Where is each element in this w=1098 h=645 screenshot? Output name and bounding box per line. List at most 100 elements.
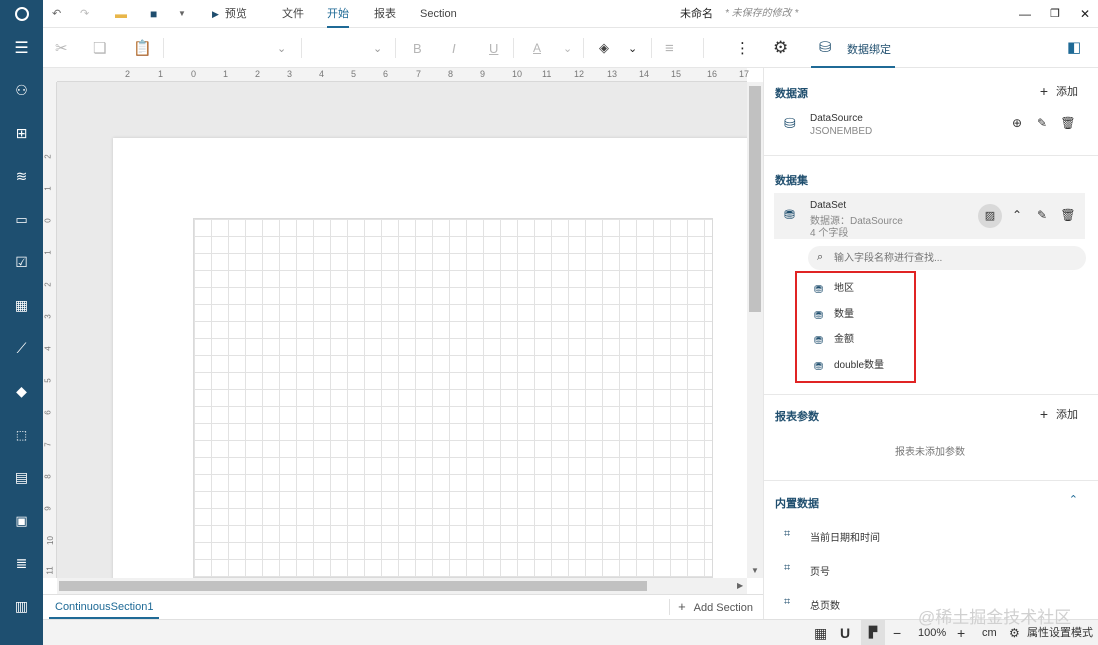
database-icon: ⛁ [819, 39, 832, 56]
dataset-query-icon[interactable]: ▨ [978, 204, 1002, 228]
dataset-heading: 数据集 [775, 175, 808, 187]
dataset-field-count: 4 个字段 [810, 228, 849, 239]
builtin-item[interactable]: 总页数 [810, 597, 840, 612]
params-heading: 报表参数 [775, 411, 819, 423]
delete-dataset-icon[interactable]: 🗑 [1060, 208, 1076, 222]
undo-icon[interactable]: ↶ [52, 0, 61, 28]
delete-datasource-icon[interactable]: 🗑 [1060, 116, 1076, 130]
menu-section[interactable]: Section [420, 0, 457, 28]
field-search-input[interactable] [834, 246, 1074, 270]
more-options-icon[interactable]: ⋮ [735, 36, 750, 60]
menu-home[interactable]: 开始 [327, 0, 349, 28]
dataset-name: DataSet [810, 200, 847, 211]
add-section-button[interactable]: + Add Section [678, 595, 753, 619]
format-toolbar: ✂ ❏ 📋 ⌄ ⌄ B I U A ⌄ ◈ ⌄ ≡ ⋮ [43, 28, 763, 68]
cut-icon[interactable]: ✂ [55, 36, 68, 60]
document-name: 未命名 [680, 8, 713, 20]
restore-icon[interactable]: ❐ [1040, 0, 1070, 28]
menu-file[interactable]: 文件 [282, 0, 304, 28]
builtin-field-icon: ⌗ [784, 596, 791, 608]
horizontal-scrollbar[interactable]: ▶ [57, 578, 747, 594]
list-icon[interactable]: ≣ [8, 550, 35, 577]
italic-button[interactable]: I [452, 36, 456, 60]
bold-button[interactable]: B [413, 36, 422, 60]
add-dataset-icon[interactable]: ⊕ [1009, 116, 1025, 130]
cursor-icon[interactable]: ⬚ [8, 421, 35, 448]
panel-header: ⚙ ⛁ 数据绑定 ◧ [763, 28, 1098, 68]
align-icon[interactable]: ≡ [665, 36, 674, 60]
paste-icon[interactable]: 📋 [133, 36, 152, 60]
report-page[interactable] [113, 138, 747, 578]
add-param-button[interactable]: + 添加 [1040, 406, 1078, 422]
ruler-toggle-icon[interactable]: ▛ [861, 620, 885, 645]
builtin-item[interactable]: 当前日期和时间 [810, 529, 880, 544]
font-color-button[interactable]: A [533, 36, 541, 60]
tab-data-binding[interactable]: ⛁ 数据绑定 [811, 28, 895, 68]
menu-report[interactable]: 报表 [374, 0, 396, 28]
watermark: @稀土掘金技术社区 [918, 608, 1072, 627]
font-family-dropdown-icon[interactable]: ⌄ [277, 36, 286, 60]
dataset-icon: ⛃ [784, 207, 795, 222]
play-icon: ▶ [212, 9, 219, 19]
edit-dataset-icon[interactable]: ✎ [1034, 208, 1050, 222]
toggle-panel-icon[interactable]: ◧ [1067, 38, 1081, 56]
builtin-collapse-icon[interactable]: ⌃ [1069, 493, 1078, 506]
line-icon[interactable]: ⟋ [8, 335, 35, 362]
dataset-row[interactable]: ⛃ DataSet 数据源：DataSource 4 个字段 ▨ ⌃ ✎ 🗑 [774, 193, 1085, 239]
title-bar: ↶ ↷ ▬ ■ ▼ ▶ 预览 文件 开始 报表 Section 未命名 * 未保存… [0, 0, 1098, 28]
scroll-right-icon[interactable]: ▶ [737, 581, 743, 590]
preview-button[interactable]: ▶ 预览 [212, 0, 247, 28]
field-search[interactable]: ⌕ [808, 246, 1086, 270]
builtin-item[interactable]: 页号 [810, 563, 830, 578]
plus-icon: + [1039, 406, 1048, 422]
copy-icon[interactable]: ❏ [93, 36, 106, 60]
snap-magnet-icon[interactable]: U [840, 620, 850, 645]
underline-button[interactable]: U [489, 36, 498, 60]
save-dropdown-icon[interactable]: ▼ [178, 0, 186, 28]
vertical-scrollbar[interactable]: ▼ [747, 82, 763, 578]
redo-icon[interactable]: ↷ [80, 0, 89, 28]
fill-color-icon[interactable]: ◈ [599, 36, 609, 60]
datasource-name[interactable]: DataSource [810, 113, 863, 124]
shape-icon[interactable]: ◆ [8, 378, 35, 405]
richtext-icon[interactable]: ▤ [8, 464, 35, 491]
font-size-dropdown-icon[interactable]: ⌄ [373, 36, 382, 60]
plus-icon: + [1039, 83, 1048, 99]
add-datasource-button[interactable]: + 添加 [1040, 83, 1078, 99]
params-empty-text: 报表未添加参数 [895, 447, 965, 458]
table-icon[interactable]: ▦ [8, 292, 35, 319]
components-icon[interactable]: ⊞ [8, 120, 35, 147]
vertical-ruler: 2 1 0 1 2 3 4 5 6 7 8 9 10 11 [43, 82, 57, 578]
fill-color-dropdown-icon[interactable]: ⌄ [628, 36, 637, 60]
section-tabs: ContinuousSection1 + Add Section [43, 594, 763, 619]
highlight-box [795, 271, 916, 383]
open-folder-icon[interactable]: ▬ [115, 0, 127, 28]
textbox-icon[interactable]: ▭ [8, 206, 35, 233]
search-icon: ⌕ [817, 251, 824, 263]
checkbox-icon[interactable]: ☑ [8, 249, 35, 276]
scroll-down-icon[interactable]: ▼ [751, 566, 759, 575]
tree-icon[interactable]: ⚇ [8, 77, 35, 104]
horizontal-ruler: 2 1 0 1 2 3 4 5 6 7 8 9 10 11 12 13 14 1… [57, 68, 749, 82]
plus-icon: + [678, 599, 686, 614]
zoom-out-icon[interactable]: − [893, 620, 901, 645]
left-toolbox: ☰ ⚇ ⊞ ≋ ▭ ☑ ▦ ⟋ ◆ ⬚ ▤ ▣ ≣ ▥ [0, 28, 43, 645]
tablix-icon[interactable]: ▥ [8, 593, 35, 620]
collapse-chevron-icon[interactable]: ⌃ [1009, 208, 1025, 222]
layers-icon[interactable]: ≋ [8, 163, 35, 190]
data-binding-panel: 数据源 + 添加 ⛁ DataSource JSONEMBED ⊕ ✎ 🗑 数据集… [763, 68, 1098, 619]
design-canvas[interactable] [57, 82, 747, 578]
datasource-type: JSONEMBED [810, 126, 873, 137]
menu-icon[interactable]: ☰ [8, 34, 35, 61]
tab-continuous-section[interactable]: ContinuousSection1 [49, 595, 160, 619]
grid-toggle-icon[interactable]: ▦ [814, 620, 827, 645]
edit-datasource-icon[interactable]: ✎ [1034, 116, 1050, 130]
image-icon[interactable]: ▣ [8, 507, 35, 534]
settings-gear-icon[interactable]: ⚙ [773, 38, 788, 58]
section-grid[interactable] [193, 218, 713, 578]
font-color-dropdown-icon[interactable]: ⌄ [563, 36, 572, 60]
save-icon[interactable]: ■ [150, 0, 157, 28]
minimize-icon[interactable]: — [1010, 0, 1040, 28]
close-icon[interactable]: ✕ [1070, 0, 1098, 28]
datasource-db-icon: ⛁ [784, 115, 796, 131]
